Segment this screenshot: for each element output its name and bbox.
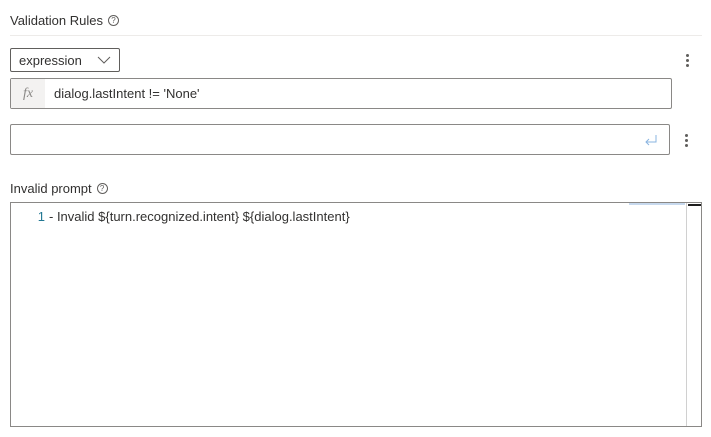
scroll-thumb[interactable]: [688, 204, 701, 206]
invalid-prompt-editor[interactable]: 1 - Invalid ${turn.recognized.intent} ${…: [10, 202, 702, 427]
invalid-prompt-label: Invalid prompt: [10, 181, 92, 196]
new-rule-input[interactable]: [10, 124, 670, 155]
validation-rules-title: Validation Rules: [10, 13, 103, 28]
more-vertical-icon[interactable]: [681, 51, 693, 69]
fx-icon: fx: [11, 79, 45, 108]
line-number: 1: [37, 209, 45, 224]
more-vertical-icon[interactable]: [680, 131, 692, 149]
validation-rules-header: Validation Rules ?: [10, 13, 119, 28]
expression-field[interactable]: fx dialog.lastIntent != 'None': [10, 78, 672, 109]
help-icon[interactable]: ?: [96, 183, 108, 194]
editor-scrollbar[interactable]: [686, 203, 701, 426]
expression-value: dialog.lastIntent != 'None': [54, 86, 200, 101]
invalid-prompt-header: Invalid prompt ?: [10, 181, 108, 196]
rule-type-dropdown[interactable]: expression: [10, 48, 120, 72]
enter-icon[interactable]: [643, 133, 659, 147]
chevron-down-icon: [97, 56, 111, 64]
divider: [10, 35, 702, 36]
code-line: - Invalid ${turn.recognized.intent} ${di…: [49, 209, 350, 224]
rule-type-value: expression: [19, 52, 82, 68]
help-icon[interactable]: ?: [107, 15, 119, 26]
minimap[interactable]: [629, 203, 685, 205]
